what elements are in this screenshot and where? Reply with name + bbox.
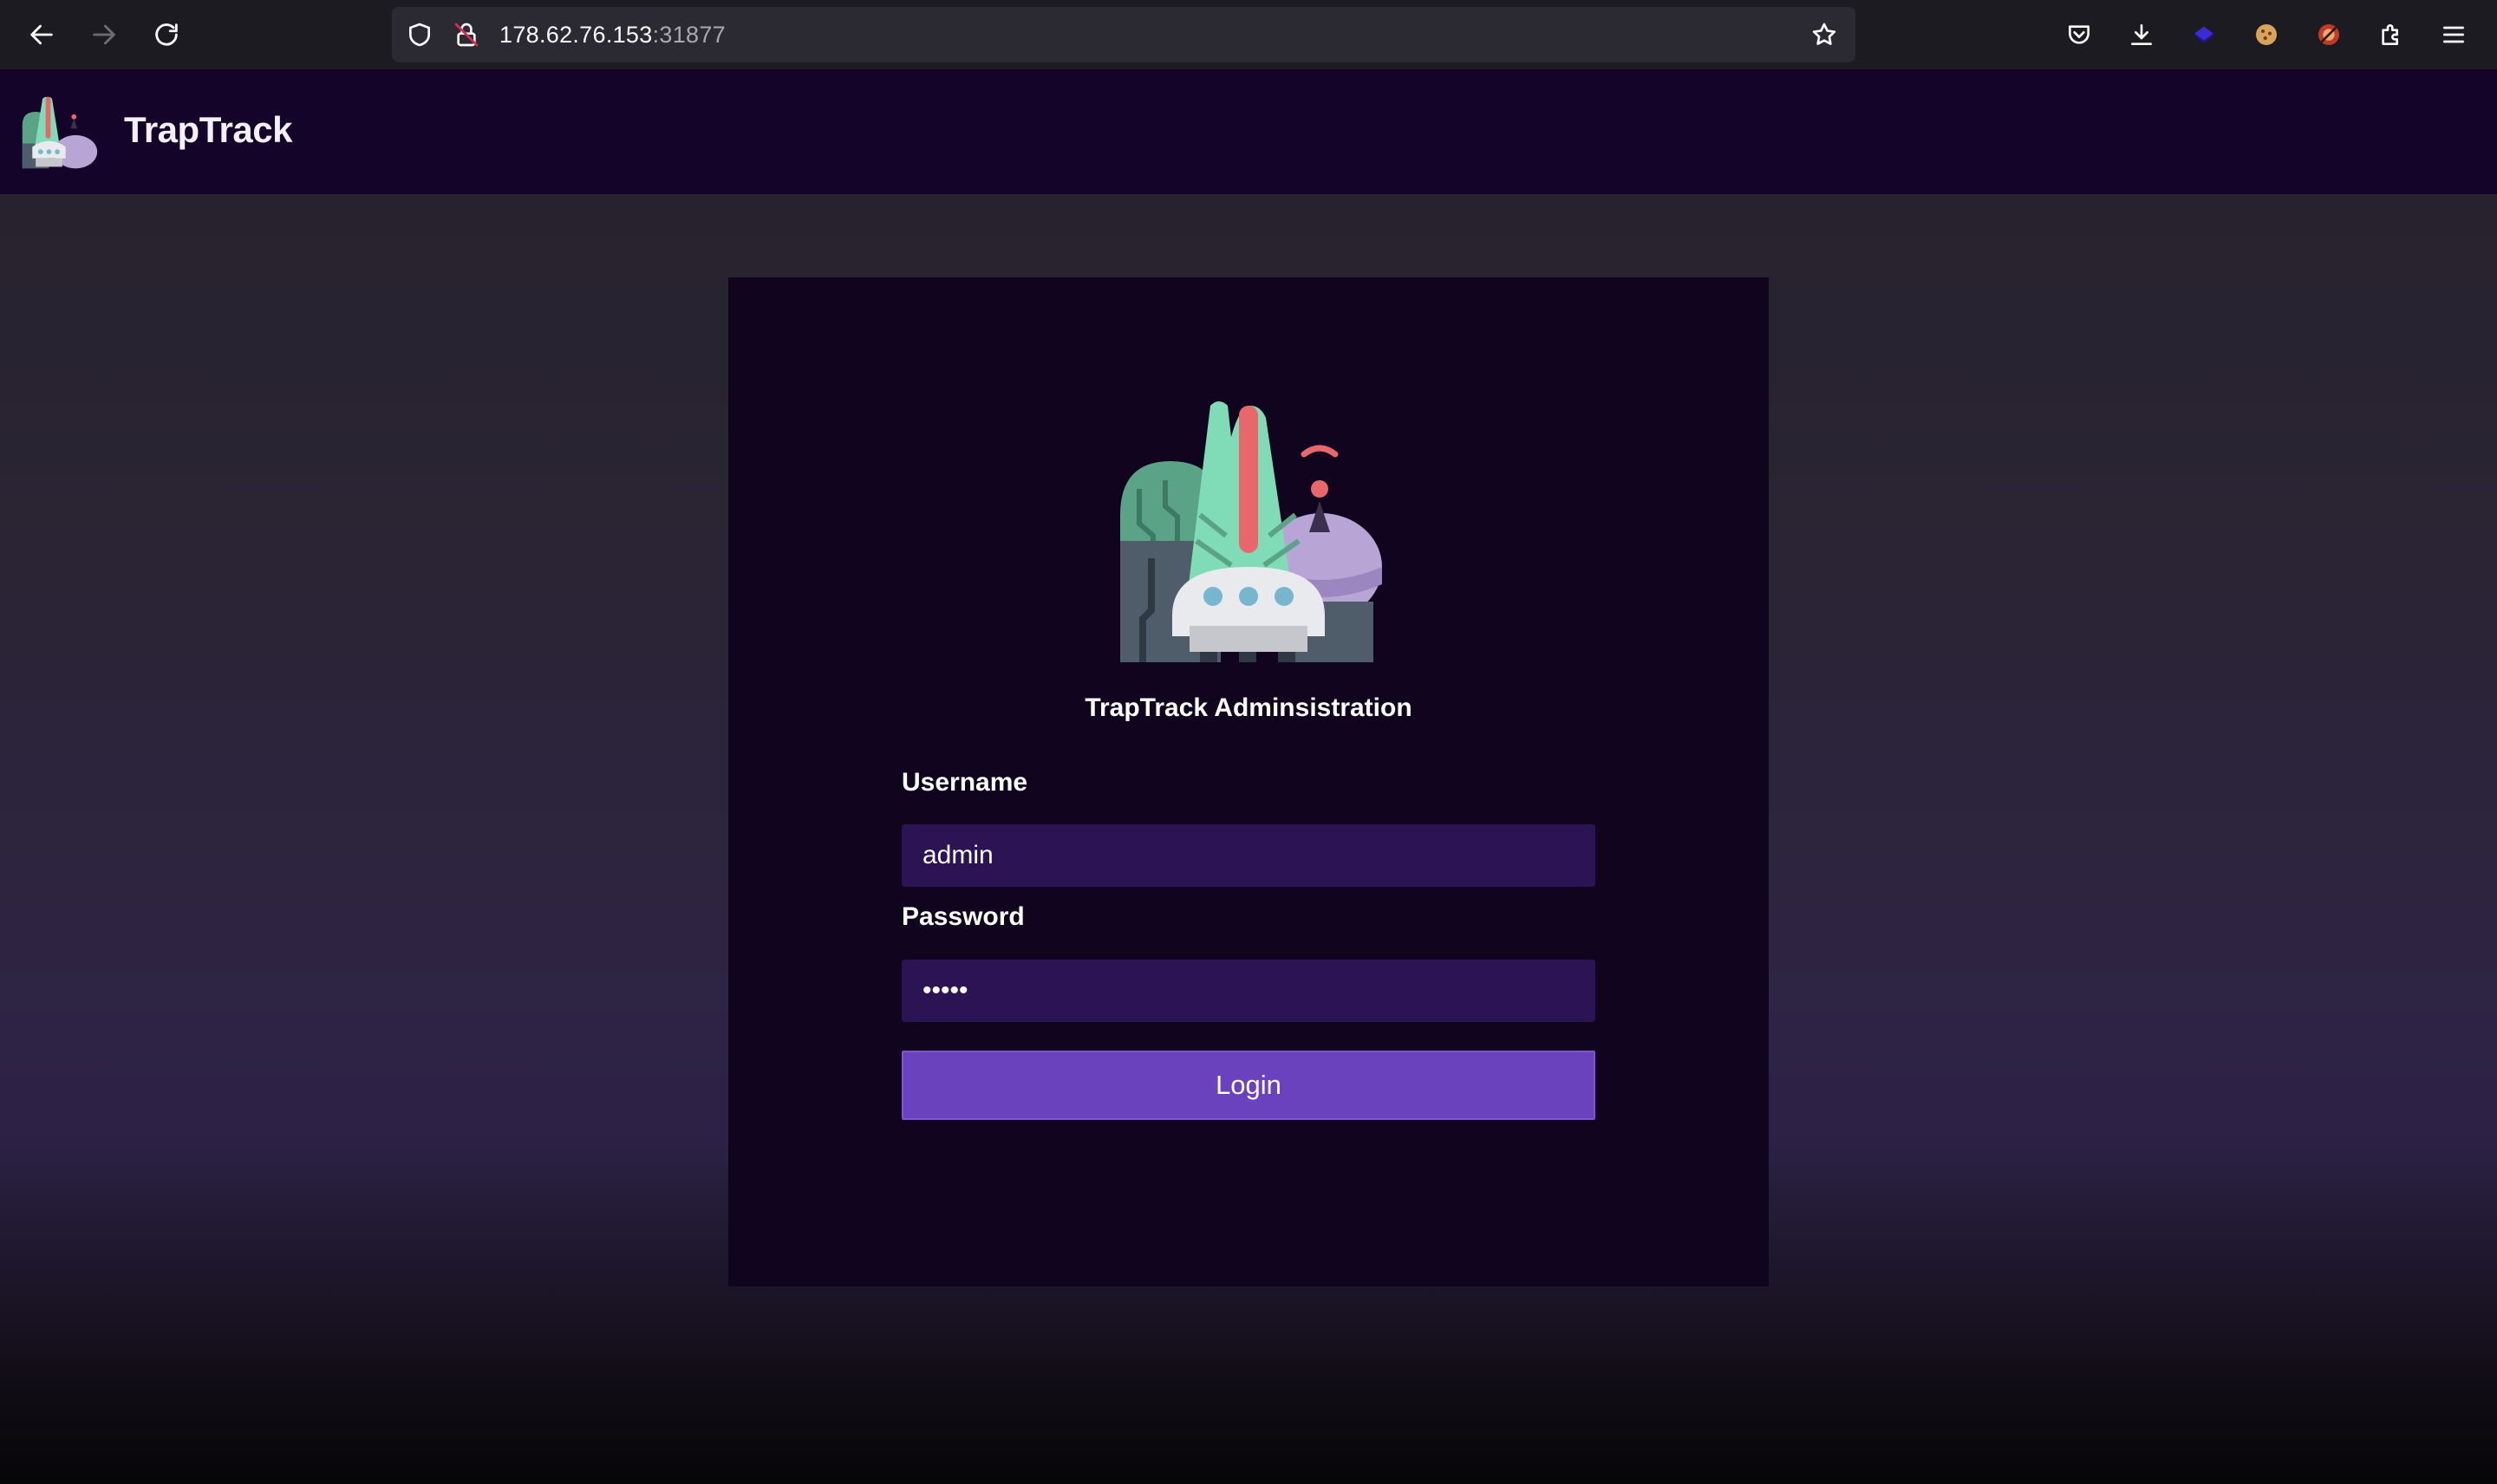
bookmark-star-icon[interactable] [1805,16,1843,54]
page-background: TrapTrack TrapTrack Adminsistration User… [0,69,2497,1484]
traptrack-logo-icon[interactable] [17,92,101,175]
password-input[interactable] [902,960,1595,1022]
app-header: TrapTrack [0,69,2497,194]
shield-icon[interactable] [401,16,439,54]
password-label: Password [902,902,1025,931]
login-button[interactable]: Login [902,1051,1595,1120]
insecure-lock-icon[interactable] [447,16,486,54]
back-icon[interactable] [23,16,61,54]
forward-icon[interactable] [85,16,123,54]
url-bar[interactable]: 178.62.76.153:31877 [392,7,1855,62]
username-input[interactable] [902,824,1595,887]
pocket-icon[interactable] [2060,16,2098,54]
reload-icon[interactable] [147,16,186,54]
extension-icon[interactable] [2185,16,2223,54]
login-card: TrapTrack Adminsistration Username Passw… [728,277,1769,1286]
cookie-icon[interactable] [2247,16,2285,54]
traptrack-logo-icon [1113,394,1384,662]
username-label: Username [902,768,1028,797]
menu-icon[interactable] [2435,16,2473,54]
browser-toolbar: 178.62.76.153:31877 [0,0,2497,69]
url-text: 178.62.76.153:31877 [499,22,726,48]
download-icon[interactable] [2122,16,2161,54]
puzzle-icon[interactable] [2372,16,2410,54]
extension-icon[interactable] [2310,16,2348,54]
brand-name[interactable]: TrapTrack [124,109,292,151]
login-title: TrapTrack Adminsistration [1085,693,1412,722]
